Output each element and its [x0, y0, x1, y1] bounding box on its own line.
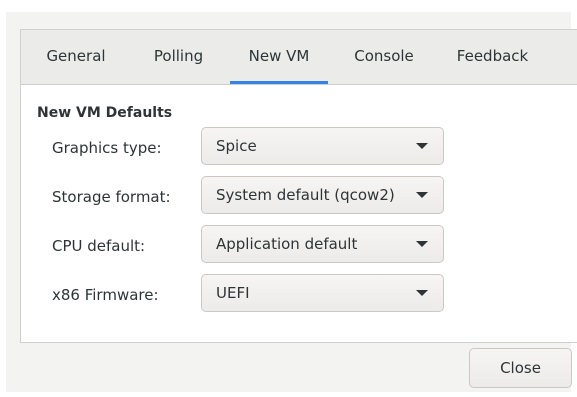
preferences-notebook: General Polling New VM Console Feedback … [20, 29, 577, 343]
storage-format-label: Storage format: [52, 188, 171, 206]
tab-feedback[interactable]: Feedback [441, 30, 544, 84]
close-button[interactable]: Close [469, 348, 572, 388]
cpu-default-label: CPU default: [52, 237, 146, 255]
storage-format-value: System default (qcow2) [216, 186, 395, 204]
tab-polling[interactable]: Polling [139, 30, 218, 84]
x86-firmware-label: x86 Firmware: [52, 286, 159, 304]
tab-general[interactable]: General [32, 30, 120, 84]
x86-firmware-value: UEFI [216, 284, 250, 302]
chevron-down-icon [416, 143, 428, 149]
graphics-type-dropdown[interactable]: Spice [201, 127, 444, 165]
section-title: New VM Defaults [37, 105, 173, 121]
chevron-down-icon [416, 290, 428, 296]
x86-firmware-dropdown[interactable]: UEFI [201, 274, 444, 312]
storage-format-dropdown[interactable]: System default (qcow2) [201, 176, 444, 214]
cpu-default-value: Application default [216, 235, 358, 253]
graphics-type-value: Spice [216, 137, 257, 155]
tab-console[interactable]: Console [340, 30, 428, 84]
chevron-down-icon [416, 192, 428, 198]
chevron-down-icon [416, 241, 428, 247]
graphics-type-label: Graphics type: [52, 139, 162, 157]
tab-bar: General Polling New VM Console Feedback [21, 30, 577, 85]
tab-new-vm[interactable]: New VM [230, 30, 328, 84]
cpu-default-dropdown[interactable]: Application default [201, 225, 444, 263]
preferences-window: General Polling New VM Console Feedback … [6, 12, 577, 392]
